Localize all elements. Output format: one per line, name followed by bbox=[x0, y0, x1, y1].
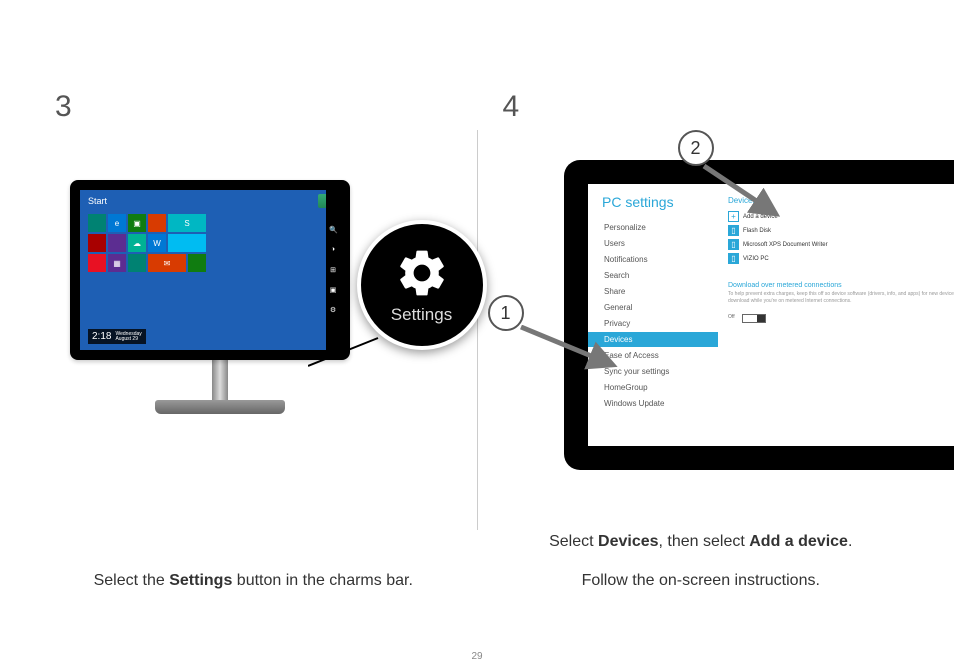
metered-heading: Download over metered connections bbox=[728, 282, 954, 289]
sidebar-item-search[interactable]: Search bbox=[602, 268, 718, 283]
step-3-column: 3 Start e ▣ S ☁ W bbox=[30, 80, 477, 630]
monitor-neck bbox=[212, 360, 228, 400]
clock-bar: 2:18 Wednesday August 29 bbox=[88, 329, 146, 344]
tile bbox=[88, 214, 106, 232]
charm-share-icon: ◑ bbox=[329, 246, 337, 254]
pc-settings-screen: PC settings Personalize Users Notificati… bbox=[588, 184, 954, 446]
monitor-illustration: Start e ▣ S ☁ W ▦ bbox=[70, 180, 370, 414]
tile: ☁ bbox=[128, 234, 146, 252]
charm-search-icon: 🔍 bbox=[329, 226, 337, 234]
sidebar-item-share[interactable]: Share bbox=[602, 284, 718, 299]
metered-description: To help prevent extra charges, keep this… bbox=[728, 291, 954, 304]
sidebar-item-homegroup[interactable]: HomeGroup bbox=[602, 380, 718, 395]
toggle-row: Off bbox=[728, 308, 954, 326]
sidebar-item-windows-update[interactable]: Windows Update bbox=[602, 396, 718, 411]
toggle-label: Off bbox=[728, 314, 735, 320]
page-number: 29 bbox=[471, 651, 482, 662]
tile bbox=[88, 254, 106, 272]
metered-toggle[interactable] bbox=[742, 314, 766, 323]
gear-icon bbox=[394, 245, 450, 301]
step-4-column: 4 1 2 PC settings Personalize Users Noti… bbox=[478, 80, 925, 630]
device-item[interactable]: ▯ VIZIO PC bbox=[728, 253, 954, 264]
tile: W bbox=[148, 234, 166, 252]
charm-start-icon: ⊞ bbox=[329, 266, 337, 274]
clock-date-wrap: Wednesday August 29 bbox=[115, 332, 141, 342]
step-number-3: 3 bbox=[55, 90, 72, 124]
device-icon: ▯ bbox=[728, 239, 739, 250]
device-item[interactable]: ▯ Flash Disk bbox=[728, 225, 954, 236]
start-screen: Start e ▣ S ☁ W ▦ bbox=[80, 190, 340, 350]
tile-wide: S bbox=[168, 214, 206, 232]
pc-settings-content: Devices + Add a device ▯ Flash Disk ▯ Mi… bbox=[718, 184, 954, 446]
sidebar-item-personalize[interactable]: Personalize bbox=[602, 220, 718, 235]
step-4-caption: Select Devices, then select Add a device… bbox=[478, 523, 925, 600]
marker-1: 1 bbox=[488, 295, 524, 331]
pc-settings-sidebar: PC settings Personalize Users Notificati… bbox=[588, 184, 718, 446]
arrow-1 bbox=[513, 325, 623, 375]
clock-time: 2:18 bbox=[92, 331, 111, 342]
tile: e bbox=[108, 214, 126, 232]
tile bbox=[108, 234, 126, 252]
settings-label: Settings bbox=[391, 305, 452, 325]
tile-wide bbox=[168, 234, 206, 252]
tile bbox=[88, 234, 106, 252]
step-number-4: 4 bbox=[503, 90, 520, 124]
start-label: Start bbox=[88, 196, 107, 206]
arrow-2 bbox=[700, 162, 790, 222]
device-icon: ▯ bbox=[728, 253, 739, 264]
charm-devices-icon: ▣ bbox=[329, 286, 337, 294]
tile-wide: ✉ bbox=[148, 254, 186, 272]
step-3-caption: Select the Settings button in the charms… bbox=[30, 562, 477, 600]
device-item[interactable]: ▯ Microsoft XPS Document Writer bbox=[728, 239, 954, 250]
sidebar-item-users[interactable]: Users bbox=[602, 236, 718, 251]
tile-grid: e ▣ S ☁ W ▦ ✉ bbox=[88, 214, 206, 272]
callout-line bbox=[308, 328, 388, 378]
tile bbox=[128, 254, 146, 272]
manual-page: 3 Start e ▣ S ☁ W bbox=[0, 0, 954, 670]
tile: ▦ bbox=[108, 254, 126, 272]
marker-2: 2 bbox=[678, 130, 714, 166]
device-icon: ▯ bbox=[728, 225, 739, 236]
tile: ▣ bbox=[128, 214, 146, 232]
tile bbox=[188, 254, 206, 272]
tile bbox=[148, 214, 166, 232]
charms-bar: 🔍 ◑ ⊞ ▣ ⚙ bbox=[326, 190, 340, 350]
charm-settings-icon: ⚙ bbox=[329, 306, 337, 314]
sidebar-item-general[interactable]: General bbox=[602, 300, 718, 315]
monitor-base bbox=[155, 400, 285, 414]
sidebar-item-notifications[interactable]: Notifications bbox=[602, 252, 718, 267]
